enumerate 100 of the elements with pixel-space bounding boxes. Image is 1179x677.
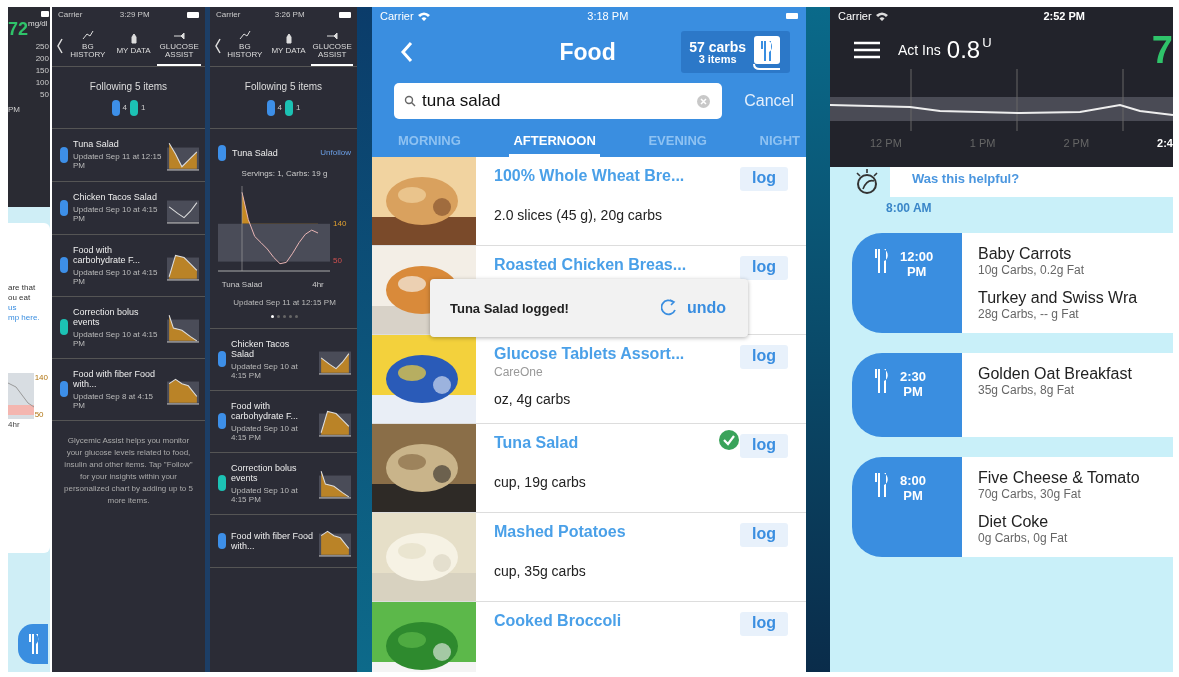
axis-label: 250 [35,42,49,51]
item-title: Food with fiber Food with... [231,530,314,551]
page-dot[interactable] [289,314,292,318]
item-title: Food with fiber Food with... [73,368,157,389]
log-button[interactable]: log [740,434,788,458]
axis-label: 50 [34,410,45,419]
following-heading: Following 5 items [244,80,323,92]
log-button[interactable]: log [740,256,788,280]
time-tick: 2:4 [1157,137,1173,150]
time-tick: 1 PM [969,137,996,150]
log-button[interactable]: log [740,612,788,636]
axis-label: 4hr [312,279,324,289]
category-pill-icon [130,99,138,116]
pointer-icon [173,30,186,40]
line-graph-icon [81,30,94,40]
time-tick: 2 PM [1063,137,1090,150]
followed-item[interactable]: Food with carbohydrate F... Updated Sep 10 at 4:15 PM [210,390,357,453]
food-name[interactable]: 100% Whole Wheat Bre... [494,167,685,185]
battery-icon [339,11,351,18]
category-pill-icon [60,199,68,216]
axis-label: 200 [35,54,49,63]
carrier-label: Carrier [216,10,241,19]
updated-text: Updated Sep 10 at 4:15 PM [231,485,299,504]
food-name: Five Cheese & Tomato [978,469,1141,487]
carrier-label: Carrier [380,10,414,22]
followed-item[interactable]: Tuna Salad Updated Sep 11 at 12:15 PM [52,128,205,182]
followed-item[interactable]: Chicken Tacos Salad Updated Sep 10 at 4:15 PM [52,181,205,235]
battery-icon [187,11,199,18]
assist-description: Glycemic Assist helps you monitor your glucose levels related to food, insulin and other items. Tap "Follow" for your insights within your personalized chart by adding up to 5 more items. [63,434,194,507]
tab[interactable]: GLUCOSE ASSIST [157,26,201,66]
meal-button[interactable] [18,624,48,664]
meal-period: PM [903,384,923,399]
category-pill-icon [60,319,68,336]
status-time: 3:18 PM [587,10,629,22]
category-pill-icon [60,257,68,274]
followed-item[interactable]: Food with carbohydrate F... Updated Sep 10 at 4:15 PM [52,234,205,297]
line-graph-icon [238,30,251,40]
axis-label: 150 [35,66,49,75]
followed-item[interactable]: Chicken Tacos Salad Updated Sep 10 at 4:15 PM [210,328,357,391]
undo-button[interactable]: undo [654,298,732,318]
followed-item[interactable]: Correction bolus events Updated Sep 10 at 4:15 PM [210,452,357,515]
log-button[interactable]: log [740,167,788,191]
meal-time: 12:00 [900,249,934,264]
tab[interactable]: MY DATA [111,30,156,62]
food-name[interactable]: Tuna Salad [494,434,579,452]
page-dot[interactable] [283,314,286,318]
food-name: Baby Carrots [978,245,1073,263]
category-pill-icon [218,413,226,430]
back-icon[interactable] [56,37,64,54]
wifi-icon [875,11,888,21]
updated-text: Updated Sep 10 at 4:15 PM [231,361,299,380]
nutrition-info: 70g Carbs, 30g Fat [978,487,1082,501]
category-count: 4 [122,103,127,113]
tab[interactable]: AFTERNOON [509,129,600,157]
food-name[interactable]: Roasted Chicken Breas... [494,256,687,274]
item-title: Correction bolus events [73,306,140,327]
search-field[interactable]: tuna salad [394,83,723,119]
back-icon[interactable] [214,37,222,54]
status-time: 3:26 PM [274,10,305,19]
brand-name: CareOne [494,365,544,379]
meal-period: PM [906,264,927,279]
food-name[interactable]: Glucose Tablets Assort... [494,345,685,363]
screen-title: Food [558,38,617,66]
meal-summary-button[interactable]: 57 carbs 3 items [681,31,790,73]
tab[interactable]: MY DATA [267,30,310,62]
toast-message: Tuna Salad logged! [450,300,569,316]
category-count: 1 [141,103,146,113]
followed-item[interactable]: Correction bolus events Updated Sep 10 at 4:15 PM [52,296,205,359]
log-button[interactable]: log [740,523,788,547]
menu-icon[interactable] [854,41,880,60]
log-button[interactable]: log [740,345,788,369]
servings-text: Servings: 1, Carbs: 19 g [240,168,329,178]
search-icon [404,95,416,107]
tab[interactable]: GLUCOSE ASSIST [311,26,353,66]
item-title: Chicken Tacos Salad [73,192,158,203]
followed-item[interactable]: Food with fiber Food with... [210,514,357,568]
page-dot[interactable] [271,314,274,318]
followed-item[interactable]: Food with fiber Food with... Updated Sep 8 at 4:15 PM [52,358,205,421]
food-name: Golden Oat Breakfast [978,365,1133,383]
following-heading: Following 5 items [89,80,168,92]
updated-text: Updated Sep 10 at 4:15 PM [73,267,159,286]
items-count: 3 items [698,53,737,65]
nutrition-info: 28g Carbs, -- g Fat [978,307,1080,321]
helpful-link[interactable]: Was this helpful? [912,171,1020,186]
meal-period: PM [903,488,923,503]
food-name[interactable]: Cooked Broccoli [494,612,622,630]
food-name[interactable]: Mashed Potatoes [494,523,626,541]
meal-time: 2:30 [900,369,927,384]
unfollow-link[interactable]: Unfollow [320,148,351,158]
tab[interactable]: BG HISTORY [224,26,266,66]
item-title: Correction bolus events [231,462,298,483]
item-title: Chicken Tacos Salad [231,338,291,359]
page-dot[interactable] [277,314,280,318]
meal-time: 8:00 [900,473,927,488]
cancel-button[interactable]: Cancel [744,92,794,110]
category-pill-icon [218,532,226,549]
carbs-total: 57 carbs [689,39,746,54]
tab[interactable]: BG HISTORY [66,26,110,66]
page-dot[interactable] [295,314,298,318]
category-count: 4 [277,103,282,113]
